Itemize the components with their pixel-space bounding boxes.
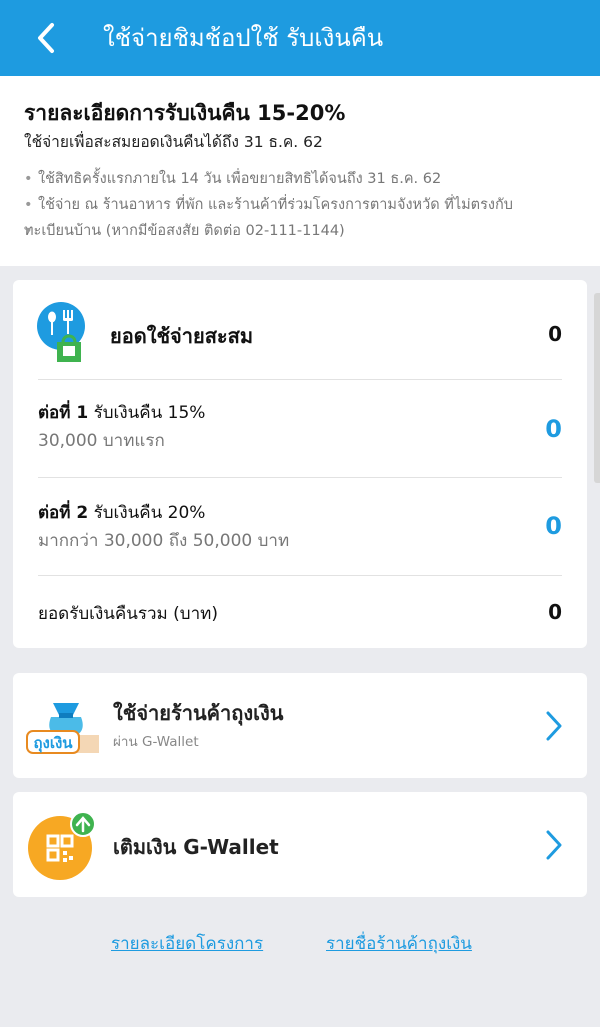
info-notes: ใช้สิทธิครั้งแรกภายใน 14 วัน เพื่อขยายสิ…	[24, 166, 576, 244]
info-subtitle: ใช้จ่ายเพื่อสะสมยอดเงินคืนได้ถึง 31 ธ.ค.…	[24, 133, 323, 151]
spending-summary-card: ยอดใช้จ่ายสะสม 0 ต่อที่ 1 รับเงินคืน 15%…	[13, 280, 587, 648]
back-button[interactable]	[28, 20, 64, 56]
app-header: ใช้จ่ายชิมช้อปใช้ รับเงินคืน	[0, 0, 600, 76]
tier-2-rate: รับเงินคืน 20%	[88, 503, 206, 523]
tier-1-title: ต่อที่ 1	[38, 403, 89, 423]
tier-1-label: ต่อที่ 1 รับเงินคืน 15%	[38, 400, 562, 426]
tier-2-value: 0	[545, 512, 562, 540]
tung-ngern-shop-card[interactable]: ถุงเงิน ใช้จ่ายร้านค้าถุงเงิน ผ่าน G-Wal…	[13, 673, 587, 778]
scrollbar[interactable]	[594, 293, 600, 483]
total-spending-label: ยอดใช้จ่ายสะสม	[110, 324, 254, 348]
tier-1-value: 0	[545, 415, 562, 443]
wallet-card-title: เติมเงิน G-Wallet	[113, 835, 279, 859]
shop-list-link[interactable]: รายชื่อร้านค้าถุงเงิน	[326, 930, 472, 957]
info-note: ใช้จ่าย ณ ร้านอาหาร ที่พัก และร้านค้าที่…	[24, 192, 576, 218]
shop-card-subtitle: ผ่าน G-Wallet	[113, 734, 199, 750]
food-shop-icon	[37, 302, 85, 362]
total-cashback-value: 0	[548, 600, 562, 624]
info-note: ใช้สิทธิครั้งแรกภายใน 14 วัน เพื่อขยายสิ…	[24, 166, 576, 192]
svg-text:ถุงเงิน: ถุงเงิน	[33, 734, 73, 753]
tier-1-rate: รับเงินคืน 15%	[88, 403, 206, 423]
info-title: รายละเอียดการรับเงินคืน 15-20%	[24, 101, 346, 125]
tier-1-row: ต่อที่ 1 รับเงินคืน 15% 30,000 บาทแรก	[38, 400, 562, 456]
project-details-link[interactable]: รายละเอียดโครงการ	[111, 930, 263, 957]
chevron-left-icon	[38, 23, 54, 53]
divider	[38, 379, 562, 380]
tier-2-label: ต่อที่ 2 รับเงินคืน 20%	[38, 500, 562, 526]
g-wallet-topup-card[interactable]: เติมเงิน G-Wallet	[13, 792, 587, 897]
tung-ngern-logo-icon: ถุงเงิน	[26, 703, 99, 754]
tier-2-row: ต่อที่ 2 รับเงินคืน 20% มากกว่า 30,000 ถ…	[38, 500, 562, 556]
divider	[38, 575, 562, 576]
cashback-info: รายละเอียดการรับเงินคืน 15-20% ใช้จ่ายเพ…	[0, 76, 600, 266]
info-note-continued: ทะเบียนบ้าน (หากมีข้อสงสัย ติดต่อ 02-111…	[24, 218, 576, 244]
shop-card-title: ใช้จ่ายร้านค้าถุงเงิน	[113, 701, 284, 725]
chevron-right-icon	[546, 830, 562, 860]
page-title: ใช้จ่ายชิมช้อปใช้ รับเงินคืน	[103, 24, 384, 52]
chevron-right-icon	[546, 711, 562, 741]
divider	[38, 477, 562, 478]
tier-1-range: 30,000 บาทแรก	[38, 431, 165, 451]
qr-topup-icon	[28, 811, 96, 880]
total-spending-value: 0	[548, 322, 562, 346]
tier-2-title: ต่อที่ 2	[38, 503, 89, 523]
total-cashback-label: ยอดรับเงินคืนรวม (บาท)	[38, 604, 218, 624]
tier-2-range: มากกว่า 30,000 ถึง 50,000 บาท	[38, 531, 290, 551]
